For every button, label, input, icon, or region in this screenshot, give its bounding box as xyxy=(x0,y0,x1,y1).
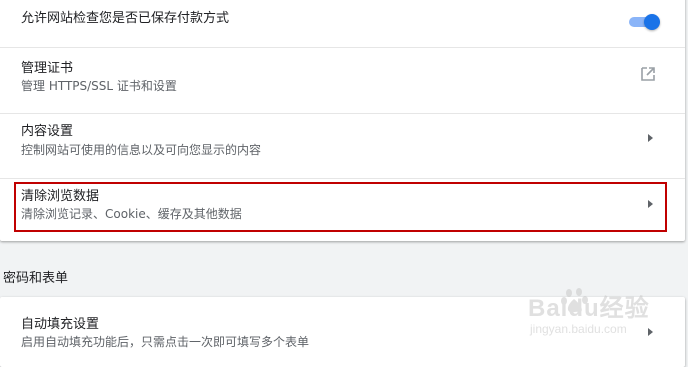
manage-certs-row[interactable]: 管理证书 管理 HTTPS/SSL 证书和设置 xyxy=(0,47,685,113)
content-settings-row[interactable]: 内容设置 控制网站可使用的信息以及可向您显示的内容 xyxy=(0,113,685,178)
watermark-url: jingyan.baidu.com xyxy=(530,322,627,336)
clear-data-subtitle: 清除浏览记录、Cookie、缓存及其他数据 xyxy=(21,207,242,221)
section-header-passwords: 密码和表单 xyxy=(3,271,69,286)
chevron-right-icon[interactable] xyxy=(645,133,655,143)
baidu-watermark: Baidu经验 jingyan.baidu.com xyxy=(528,282,683,352)
privacy-settings-card: 允许网站检查您是否已保存付款方式 管理证书 管理 HTTPS/SSL 证书和设置… xyxy=(0,0,685,241)
payment-check-label: 允许网站检查您是否已保存付款方式 xyxy=(21,11,230,26)
payment-check-toggle[interactable] xyxy=(627,14,660,30)
manage-certs-title: 管理证书 xyxy=(21,61,74,76)
toggle-thumb xyxy=(644,14,660,30)
autofill-subtitle: 启用自动填充功能后，只需点击一次即可填写多个表单 xyxy=(21,335,310,349)
content-settings-title: 内容设置 xyxy=(21,124,74,139)
payment-check-row[interactable]: 允许网站检查您是否已保存付款方式 xyxy=(0,0,685,46)
chevron-right-icon[interactable] xyxy=(645,199,655,209)
clear-data-title: 清除浏览数据 xyxy=(21,189,100,204)
autofill-title: 自动填充设置 xyxy=(21,317,100,332)
open-in-new-icon[interactable] xyxy=(639,65,657,83)
clear-browsing-data-row[interactable]: 清除浏览数据 清除浏览记录、Cookie、缓存及其他数据 xyxy=(0,178,685,242)
content-settings-subtitle: 控制网站可使用的信息以及可向您显示的内容 xyxy=(21,143,262,157)
manage-certs-subtitle: 管理 HTTPS/SSL 证书和设置 xyxy=(21,79,177,93)
watermark-brand: Baidu经验 xyxy=(528,295,650,322)
